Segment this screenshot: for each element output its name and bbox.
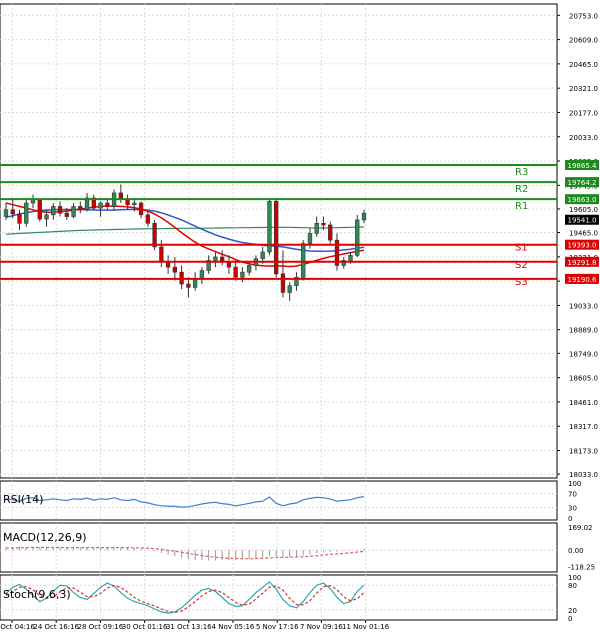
candle-body (274, 201, 279, 275)
y-tick-label: 20177.0 (569, 109, 598, 117)
x-tick-label: 28 Oct 09:16 (78, 623, 124, 631)
candle-body (355, 219, 360, 256)
x-tick-label: 31 Oct 13:16 (166, 623, 212, 631)
candle-body (30, 199, 36, 204)
candle-body (321, 222, 326, 226)
y-tick-label: 20609.0 (569, 37, 598, 45)
candle-body (328, 224, 333, 241)
candle-body (57, 206, 63, 214)
level-name-s2: S2 (515, 260, 528, 271)
candle-body (145, 214, 151, 224)
y-tick-label: 19605.0 (569, 206, 598, 214)
x-tick-label: 4 Nov 05:16 (212, 623, 255, 631)
x-tick-label: 30 Oct 01:16 (122, 623, 168, 631)
rsi-tick-label: 100 (568, 480, 581, 488)
y-tick-label: 18033.0 (569, 471, 598, 479)
candle-body (152, 222, 157, 248)
candle-body (159, 246, 164, 263)
candle-body (51, 206, 56, 216)
level-price-label: 19865.4 (568, 162, 597, 170)
candle-body (3, 209, 9, 217)
candle-body (192, 278, 198, 288)
candle-body (314, 222, 319, 234)
candle-body (37, 199, 42, 220)
candle-body (307, 233, 313, 244)
macd-tick-label: 169.02 (568, 524, 593, 532)
candle-body (125, 199, 130, 206)
level-price-label: 19393.0 (568, 242, 597, 250)
level-name-s1: S1 (515, 243, 528, 254)
candle-body (213, 256, 218, 261)
y-tick-label: 18605.0 (569, 375, 598, 383)
candle-body (10, 209, 15, 215)
candle-body (247, 265, 252, 273)
candle-body (24, 202, 29, 224)
candle-body (64, 212, 69, 217)
stoch-tick-label: 20 (568, 607, 577, 615)
candle-body (78, 206, 83, 211)
candle-body (280, 273, 286, 293)
candle-body (348, 255, 353, 261)
rsi-panel-frame (0, 480, 558, 521)
y-tick-label: 18173.0 (569, 448, 598, 456)
x-tick-label: 24 Oct 16:16 (33, 623, 79, 631)
level-price-label: 19291.8 (568, 259, 597, 267)
macd-tick-label: -118.25 (568, 563, 595, 571)
main-panel-frame (0, 3, 558, 479)
y-tick-label: 19465.0 (569, 230, 598, 238)
candle-body (301, 243, 306, 278)
level-price-label: 19663.0 (568, 196, 597, 204)
candle-body (138, 202, 144, 216)
y-tick-label: 18889.0 (569, 327, 598, 335)
candle-body (44, 214, 49, 220)
chart-root: 20753.0 20609.0 20465.0 20321.0 20177.0 20033… (0, 0, 600, 633)
candle-body (186, 283, 191, 288)
level-name-r1: R1 (515, 201, 528, 212)
level-price-label: 19190.6 (568, 276, 597, 284)
candle-body (233, 266, 238, 278)
macd-title: MACD(12,26,9) (3, 531, 87, 544)
stoch-tick-label: 80 (568, 582, 577, 590)
rsi-tick-label: 30 (568, 505, 577, 513)
y-tick-label: 20321.0 (569, 85, 598, 93)
stoch-title: Stoch(9,6,3) (3, 588, 71, 601)
stoch-panel-frame (0, 574, 558, 621)
rsi-title: RSI(14) (3, 493, 43, 506)
x-tick-label: 7 Nov 09:16 (300, 623, 343, 631)
y-tick-label: 20465.0 (569, 61, 598, 69)
level-price-label: 19764.2 (568, 179, 597, 187)
level-name-r3: R3 (515, 167, 528, 178)
candle-body (132, 202, 137, 206)
candle-body (260, 251, 265, 260)
last-price-label: 19541.0 (568, 217, 597, 225)
rsi-tick-label: 70 (568, 491, 577, 499)
candle-body (172, 266, 178, 273)
chart-svg: 20753.0 20609.0 20465.0 20321.0 20177.0 20033… (0, 3, 599, 631)
candle-body (98, 202, 103, 209)
x-tick-label: 5 Nov 17:16 (256, 623, 299, 631)
y-tick-label: 20033.0 (569, 134, 598, 142)
y-tick-label: 18461.0 (569, 399, 598, 407)
x-tick-label: 22 Oct 04:16 (0, 623, 35, 631)
y-tick-label: 19033.0 (569, 302, 598, 310)
candle-body (240, 271, 245, 278)
candle-body (199, 270, 205, 280)
stoch-tick-label: 100 (568, 574, 581, 582)
y-tick-label: 18749.0 (569, 350, 598, 358)
y-tick-label: 20753.0 (569, 12, 598, 20)
level-name-s3: S3 (515, 277, 528, 288)
y-tick-label: 18317.0 (569, 423, 598, 431)
candle-body (226, 261, 232, 268)
x-tick-label: 11 Nov 01:16 (342, 623, 390, 631)
macd-tick-label: 0.00 (568, 547, 584, 555)
candle-body (165, 261, 171, 268)
stoch-tick-label: 0 (568, 615, 572, 623)
candle-body (17, 213, 22, 224)
candle-body (71, 206, 76, 217)
candle-body (361, 212, 367, 221)
candle-body (105, 202, 110, 207)
rsi-tick-label: 0 (568, 515, 572, 523)
candle-body (287, 285, 292, 293)
level-name-r2: R2 (515, 184, 528, 195)
